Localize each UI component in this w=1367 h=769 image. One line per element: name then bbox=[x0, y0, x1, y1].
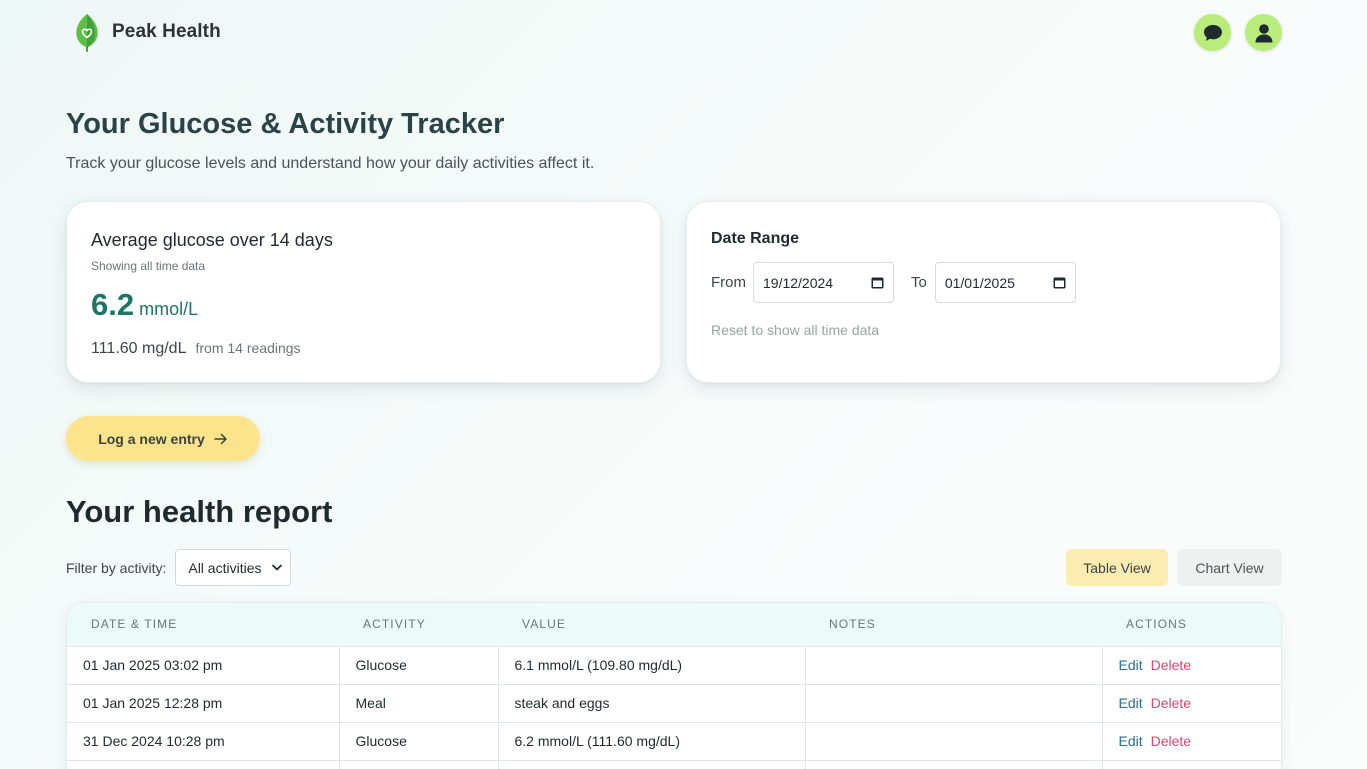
row-datetime: 31 Dec 2024 10:28 pm bbox=[67, 722, 340, 761]
readings-count: from 14 readings bbox=[195, 340, 301, 356]
calendar-icon bbox=[871, 277, 884, 289]
table-row bbox=[67, 760, 1281, 769]
row-notes bbox=[805, 684, 1103, 723]
row-notes bbox=[805, 722, 1103, 761]
filter-label: Filter by activity: bbox=[66, 559, 167, 576]
brand[interactable]: Peak Health bbox=[72, 12, 221, 52]
row-activity: Glucose bbox=[339, 722, 499, 761]
chat-button[interactable] bbox=[1194, 14, 1231, 51]
column-header-activity[interactable]: ACTIVITY bbox=[339, 603, 498, 647]
arrow-right-icon bbox=[214, 433, 227, 444]
average-glucose-value: 6.2 mmol/L bbox=[91, 287, 198, 323]
row-value: 6.1 mmol/L (109.80 mg/dL) bbox=[498, 646, 806, 685]
average-mmol-unit: mmol/L bbox=[139, 299, 199, 319]
row-datetime bbox=[67, 760, 340, 769]
row-notes bbox=[805, 646, 1103, 685]
from-date-input[interactable]: 19/12/2024 bbox=[753, 262, 894, 303]
activity-filter: Filter by activity: All activities bbox=[66, 549, 292, 586]
average-card-subtitle: Showing all time data bbox=[91, 259, 206, 273]
table-header-row: DATE & TIME ACTIVITY VALUE NOTES ACTIONS bbox=[67, 603, 1281, 647]
row-notes bbox=[805, 760, 1103, 769]
leaf-heart-icon bbox=[76, 14, 98, 52]
activity-filter-select[interactable]: All activities bbox=[175, 549, 292, 586]
filter-selected-value: All activities bbox=[188, 559, 262, 576]
log-new-entry-label: Log a new entry bbox=[98, 430, 205, 447]
table-row: 01 Jan 2025 12:28 pm Meal steak and eggs… bbox=[67, 684, 1281, 723]
row-actions: Edit Delete bbox=[1102, 646, 1281, 685]
chart-view-button[interactable]: Chart View bbox=[1177, 549, 1282, 586]
average-mg-value: 111.60 mg/dL bbox=[91, 340, 187, 357]
delete-link[interactable]: Delete bbox=[1151, 733, 1191, 749]
average-mmol-number: 6.2 bbox=[91, 287, 135, 322]
column-header-actions: ACTIONS bbox=[1102, 603, 1281, 647]
report-title: Your health report bbox=[66, 494, 333, 529]
column-header-datetime[interactable]: DATE & TIME bbox=[67, 603, 339, 647]
row-actions: Edit Delete bbox=[1102, 684, 1281, 723]
row-actions bbox=[1102, 760, 1281, 769]
reset-date-range-link[interactable]: Reset to show all time data bbox=[711, 322, 879, 338]
row-activity: Glucose bbox=[339, 646, 499, 685]
row-activity bbox=[339, 760, 499, 769]
average-card-title: Average glucose over 14 days bbox=[91, 230, 333, 250]
average-glucose-card: Average glucose over 14 days Showing all… bbox=[66, 201, 661, 383]
user-icon bbox=[1255, 23, 1272, 42]
brand-name: Peak Health bbox=[112, 21, 221, 42]
delete-link[interactable]: Delete bbox=[1151, 695, 1191, 711]
row-datetime: 01 Jan 2025 03:02 pm bbox=[67, 646, 340, 685]
health-report-table: DATE & TIME ACTIVITY VALUE NOTES ACTIONS… bbox=[66, 602, 1282, 769]
row-value: 6.2 mmol/L (111.60 mg/dL) bbox=[498, 722, 806, 761]
page-subtitle: Track your glucose levels and understand… bbox=[66, 155, 595, 172]
edit-link[interactable]: Edit bbox=[1119, 733, 1143, 749]
row-activity: Meal bbox=[339, 684, 499, 723]
to-date-value: 01/01/2025 bbox=[944, 274, 1015, 291]
row-actions: Edit Delete bbox=[1102, 722, 1281, 761]
row-value: steak and eggs bbox=[498, 684, 806, 723]
table-row: 31 Dec 2024 10:28 pm Glucose 6.2 mmol/L … bbox=[67, 722, 1281, 761]
row-datetime: 01 Jan 2025 12:28 pm bbox=[67, 684, 340, 723]
from-label: From bbox=[711, 274, 746, 291]
date-range-card: Date Range From 19/12/2024 To 01/01/2025… bbox=[686, 201, 1281, 383]
log-new-entry-button[interactable]: Log a new entry bbox=[66, 416, 260, 461]
column-header-value[interactable]: VALUE bbox=[498, 603, 805, 647]
top-header: Peak Health bbox=[0, 0, 1367, 64]
from-date-value: 19/12/2024 bbox=[763, 274, 834, 291]
average-mg-row: 111.60 mg/dL from 14 readings bbox=[91, 340, 301, 358]
row-value bbox=[498, 760, 806, 769]
page-title: Your Glucose & Activity Tracker bbox=[66, 108, 505, 140]
chevron-down-icon bbox=[272, 564, 283, 571]
calendar-icon bbox=[1053, 277, 1066, 289]
profile-button[interactable] bbox=[1245, 14, 1282, 51]
column-header-notes[interactable]: NOTES bbox=[805, 603, 1102, 647]
table-row: 01 Jan 2025 03:02 pm Glucose 6.1 mmol/L … bbox=[67, 646, 1281, 685]
to-date-input[interactable]: 01/01/2025 bbox=[934, 262, 1076, 303]
edit-link[interactable]: Edit bbox=[1119, 695, 1143, 711]
chat-bubble-icon bbox=[1203, 24, 1222, 41]
edit-link[interactable]: Edit bbox=[1119, 657, 1143, 673]
to-label: To bbox=[911, 274, 927, 291]
table-view-button[interactable]: Table View bbox=[1066, 549, 1168, 586]
date-range-title: Date Range bbox=[711, 230, 800, 247]
date-range-row: From 19/12/2024 To 01/01/2025 bbox=[711, 262, 1076, 303]
delete-link[interactable]: Delete bbox=[1151, 657, 1191, 673]
